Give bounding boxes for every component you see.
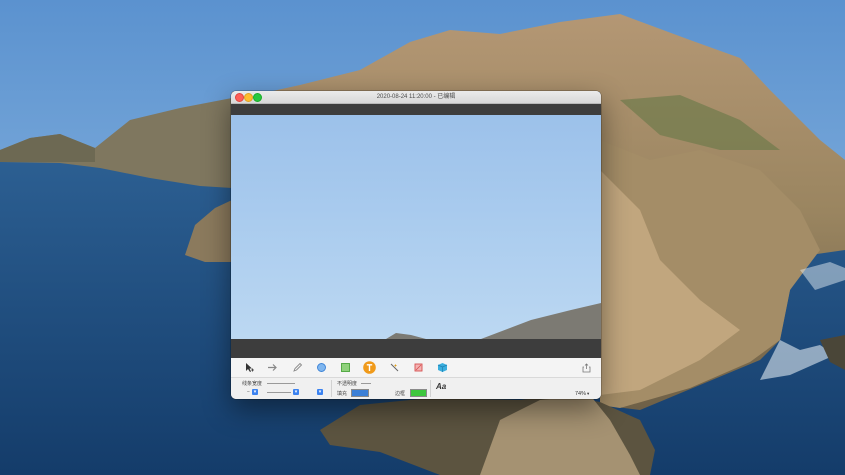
rectangle-tool-button[interactable] (339, 361, 352, 374)
opacity-label: 不透明度 (337, 381, 358, 387)
crop-icon (414, 363, 423, 372)
chevron-down-icon[interactable]: ▾ (587, 391, 589, 397)
preview-window: 2020-08-24 11:20:00 - 已编辑 线条宽度 − ▾ ▾ ▾ 不… (231, 91, 601, 399)
properties-bar: 线条宽度 − ▾ ▾ ▾ 不透明度 填充 边框 Aa 74% ▾ (231, 378, 601, 399)
line-style-stepper[interactable]: ▾ (293, 389, 299, 395)
zoom-level[interactable]: 74% (575, 391, 586, 397)
text-t-icon (363, 361, 376, 374)
pen-tool-button[interactable] (291, 361, 304, 374)
magic-wand-icon (390, 363, 399, 372)
arrow-tool-button[interactable] (266, 361, 279, 374)
border-label: 边框 (395, 391, 406, 397)
text-tool-button[interactable] (363, 361, 376, 374)
line-style-slider[interactable] (267, 392, 291, 393)
pencil-icon (293, 362, 303, 372)
image-content (386, 303, 601, 339)
window-title: 2020-08-24 11:20:00 - 已编辑 (376, 94, 456, 100)
border-color-swatch[interactable] (410, 389, 427, 397)
select-tool-button[interactable] (243, 361, 256, 374)
circle-icon (317, 363, 326, 372)
crop-tool-button[interactable] (412, 361, 425, 374)
image-preview (231, 115, 601, 339)
arrow-style-stepper[interactable]: ▾ (317, 389, 323, 395)
cube-icon (437, 363, 448, 372)
fill-color-swatch[interactable] (351, 389, 369, 397)
line-width-stepper[interactable]: ▾ (252, 389, 258, 395)
line-width-label: 线条宽度 (242, 381, 263, 387)
fill-label: 填充 (337, 391, 348, 397)
circle-tool-button[interactable] (315, 361, 328, 374)
color-tool-button[interactable] (436, 361, 449, 374)
image-canvas[interactable] (231, 104, 601, 358)
share-icon (582, 362, 591, 372)
markup-toolbar (231, 358, 601, 378)
line-width-slider[interactable] (267, 383, 295, 384)
square-icon (341, 363, 350, 372)
share-button[interactable] (580, 361, 593, 374)
arrow-right-icon (268, 364, 277, 371)
magic-tool-button[interactable] (388, 361, 401, 374)
font-button[interactable]: Aa (436, 382, 446, 391)
separator (430, 380, 431, 397)
title-bar[interactable]: 2020-08-24 11:20:00 - 已编辑 (231, 91, 601, 104)
opacity-slider[interactable] (361, 383, 371, 384)
separator (331, 380, 332, 397)
line-width-minus[interactable]: − (247, 389, 250, 395)
cursor-icon (246, 363, 254, 372)
